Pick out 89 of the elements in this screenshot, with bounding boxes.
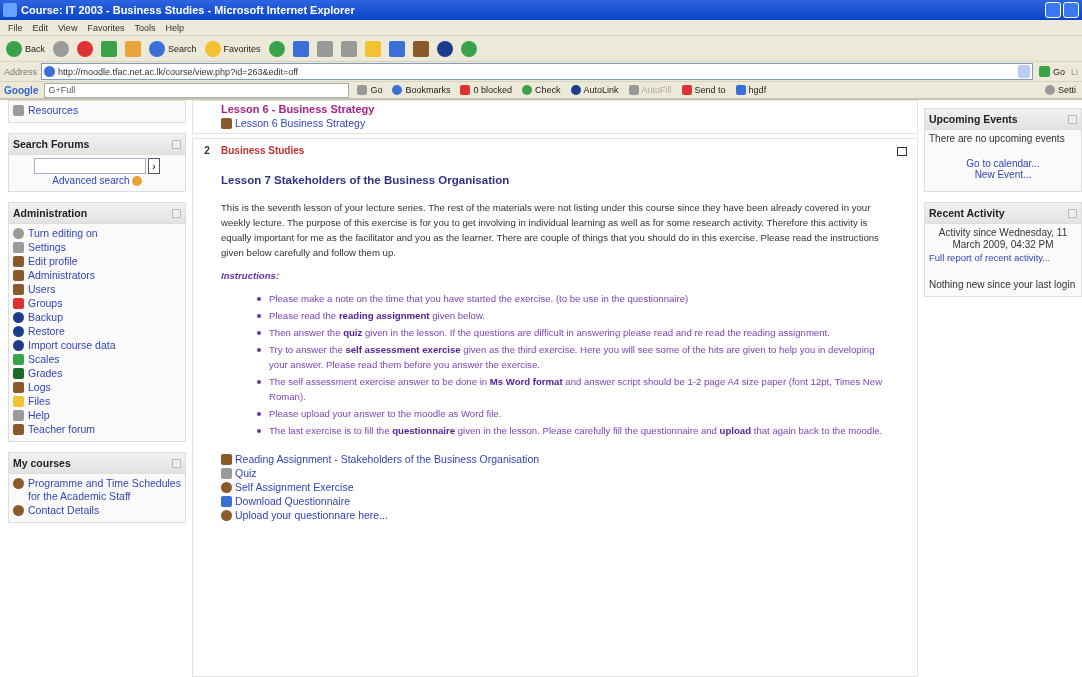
search-field[interactable] [34, 158, 146, 174]
google-logo: Google [4, 84, 39, 96]
resource-link[interactable]: Quiz [235, 466, 257, 480]
block-title: Administration [13, 207, 88, 219]
address-label: Address [4, 66, 38, 77]
block-title: Upcoming Events [929, 113, 1018, 125]
menu-item[interactable]: File [8, 22, 23, 33]
resource-link[interactable]: Lesson 6 Business Strategy [235, 116, 366, 131]
instruction-text: The self assessment exercise answer to be done in Ms Word format and answer script should be 1-2 page A4 size paper (font 12pt, Times New Roman). [269, 375, 884, 404]
favorites-button[interactable]: Favorites [202, 38, 263, 59]
bullet-icon [257, 412, 261, 416]
sidebar-link[interactable]: Restore [28, 325, 65, 338]
back-button[interactable]: Back [4, 38, 47, 59]
menu-item[interactable]: Edit [32, 22, 49, 33]
sidebar-link[interactable]: Users [28, 283, 56, 296]
calendar-link[interactable]: Go to calendar... [966, 158, 1040, 169]
block-title: My courses [13, 457, 71, 469]
sidebar-link[interactable]: Turn editing on [28, 227, 98, 240]
bullet-icon [257, 380, 261, 384]
toolbar-button[interactable]: 0 blocked [458, 83, 514, 97]
collapse-button[interactable] [1068, 208, 1077, 218]
bullet-icon [257, 297, 261, 301]
sidebar-link[interactable]: Logs [28, 381, 51, 394]
toolbar-button[interactable]: Send to [679, 83, 728, 97]
instruction-text: Then answer the quiz given in the lesson. If the questions are difficult in answering please read and re read the reading assignment. [269, 326, 830, 340]
section-number: 2 [203, 145, 211, 158]
bullet-icon [257, 348, 261, 352]
sidebar-link[interactable]: Administrators [28, 269, 96, 282]
sidebar-link[interactable]: Files [28, 395, 51, 408]
search-go-button[interactable]: › [148, 158, 160, 174]
instruction-text: Try to answer the self assessment exercise given as the third exercise. Here you will see some of the hits are given to help you in developing your answer. Please read them before you answer the exercise. [269, 343, 876, 372]
window-title: Course: IT 2003 - Business Studies - Microsoft Internet Explorer [21, 4, 356, 16]
go-button[interactable]: Go [1036, 61, 1067, 82]
resource-link[interactable]: Upload your questionnare here... [235, 508, 388, 522]
address-field[interactable]: http://moodle.tfac.net.ac.lk/course/view.php?id=263&edit=off [41, 63, 1033, 80]
collapse-button[interactable] [172, 458, 181, 468]
sidebar-link[interactable]: Edit profile [28, 255, 78, 268]
menu-item[interactable]: View [58, 22, 78, 33]
menu-item[interactable]: Tools [134, 22, 156, 33]
instruction-text: Please read the reading assignment given below. [269, 309, 485, 323]
restore-button[interactable] [1063, 2, 1079, 18]
events-text: There are no upcoming events [929, 133, 1066, 145]
collapse-button[interactable] [1068, 114, 1077, 124]
resource-link[interactable]: Download Questionnaire [235, 494, 350, 508]
highlight-toggle[interactable] [897, 147, 907, 156]
sidebar-link[interactable]: Help [28, 409, 50, 422]
course-link[interactable]: Contact Details [28, 504, 100, 517]
full-report-link[interactable]: Full report of recent activity... [929, 252, 1077, 264]
description-text: This is the seventh lesson of your lecture series. The rest of the materials were not listing under this course since they have been already covered in your weekly lecture. The purpose of this exercise is for you to get involving in individual learning as well as for some research activity. Therefore this activity is equally important for me as the facilitator and you as the learner. There are couple of things that you should do in this exercise. Please read the instructions given below carefully and follow them up. [221, 201, 880, 260]
calendar-link[interactable]: New Event... [974, 169, 1032, 180]
toolbar-button[interactable]: Check [520, 83, 563, 97]
instructions-label: Instructions: [221, 270, 281, 281]
toolbar-button[interactable]: AutoLink [568, 83, 621, 97]
toolbar-button[interactable]: Bookmarks [390, 83, 453, 97]
sidebar-link[interactable]: Groups [28, 297, 63, 310]
sidebar-link[interactable]: Teacher forum [28, 423, 96, 436]
section-title: Business Studies [221, 145, 306, 156]
section-title: Lesson 6 - Business Strategy [220, 103, 376, 116]
resource-link[interactable]: Reading Assignment - Stakeholders of the Business Organisation [235, 452, 540, 466]
settings-button[interactable]: Setti [1043, 83, 1078, 97]
sidebar-link[interactable]: Settings [28, 241, 66, 254]
bullet-icon [257, 429, 261, 433]
resource-link[interactable]: Self Assignment Exercise [235, 480, 354, 494]
collapse-button[interactable] [172, 139, 181, 149]
minimize-button[interactable] [1045, 2, 1061, 18]
instruction-text: Please upload your answer to the moodle as Word file. [269, 407, 502, 421]
menu-item[interactable]: Help [165, 22, 184, 33]
sidebar-link[interactable]: Backup [28, 311, 64, 324]
toolbar-button[interactable]: hgdf [733, 83, 769, 97]
sidebar-link[interactable]: Import course data [28, 339, 116, 352]
lesson-heading: Lesson 7 Stakeholders of the Business Organisation [221, 174, 511, 186]
bullet-icon [257, 314, 261, 318]
sidebar-link[interactable]: Resources [28, 104, 79, 117]
block-title: Recent Activity [929, 207, 1005, 219]
block-title: Search Forums [13, 138, 90, 150]
instruction-text: Please make a note on the time that you have started the exercise. (to be use in the questionnaire) [269, 292, 689, 306]
course-link[interactable]: Programme and Time Schedules for the Academic Staff [28, 477, 181, 503]
activity-since-text: Activity since Wednesday, 11 March 2009, 04:32 PM [937, 227, 1069, 251]
google-search-field[interactable]: G+Full [44, 82, 350, 98]
collapse-button[interactable] [172, 208, 181, 218]
bullet-icon [257, 331, 261, 335]
instruction-text: The last exercise is to fill the questionnaire given in the lesson. Please carefully fill the questionnaire and upload that again back to the moodle. [269, 424, 883, 438]
sidebar-link[interactable]: Grades [28, 367, 63, 380]
advanced-search-link[interactable]: Advanced search [52, 175, 130, 186]
toolbar-button[interactable]: Go [355, 83, 385, 97]
activity-text: Nothing new since your last login [929, 279, 1077, 291]
search-button[interactable]: Search [147, 38, 199, 59]
menu-item[interactable]: Favorites [87, 22, 125, 33]
sidebar-link[interactable]: Scales [28, 353, 60, 366]
